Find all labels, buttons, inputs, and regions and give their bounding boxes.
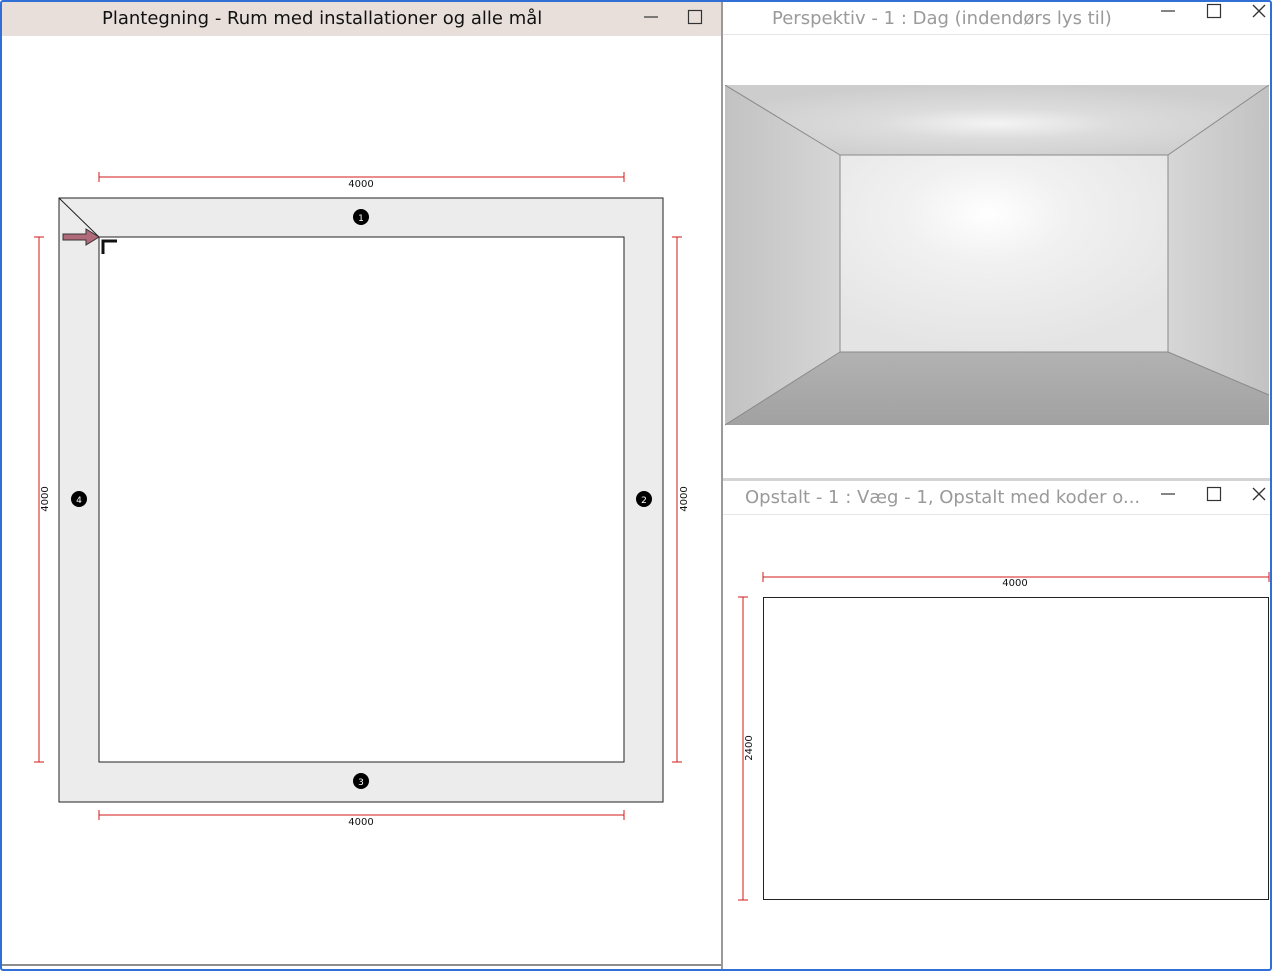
plan-bottom-border — [2, 964, 721, 966]
room-floor[interactable] — [98, 236, 625, 763]
perspective-minimize-button[interactable] — [1153, 2, 1183, 26]
close-icon — [1252, 4, 1266, 18]
dimension-bottom-label: 4000 — [348, 817, 373, 828]
wall-marker-3[interactable]: 3 — [353, 773, 369, 789]
svg-text:4: 4 — [76, 496, 82, 506]
elevation-dimension-height-label: 2400 — [744, 735, 755, 760]
perspective-render[interactable] — [725, 85, 1270, 427]
minimize-icon — [1161, 10, 1175, 12]
panel-divider-vertical[interactable] — [721, 0, 723, 971]
wall-elevation[interactable] — [763, 597, 1269, 900]
maximize-icon — [687, 9, 703, 25]
plan-canvas[interactable]: 4000 4000 4000 4000 1 2 3 4 — [2, 36, 721, 964]
wall-marker-2[interactable]: 2 — [636, 491, 652, 507]
svg-text:2: 2 — [641, 496, 647, 506]
perspective-titlebar[interactable]: Perspektiv - 1 : Dag (indendørs lys til) — [723, 2, 1270, 36]
perspective-maximize-button[interactable] — [1199, 2, 1229, 26]
svg-text:3: 3 — [358, 778, 364, 788]
perspective-close-button[interactable] — [1244, 2, 1270, 26]
elevation-titlebar[interactable]: Opstalt - 1 : Væg - 1, Opstalt med koder… — [723, 481, 1270, 515]
maximize-icon — [1206, 486, 1222, 502]
elevation-minimize-button[interactable] — [1153, 481, 1183, 509]
plan-titlebar[interactable]: Plantegning - Rum med installationer og … — [2, 2, 721, 36]
elevation-close-button[interactable] — [1244, 481, 1270, 509]
perspective-panel: Perspektiv - 1 : Dag (indendørs lys til) — [723, 2, 1270, 478]
plan-panel: Plantegning - Rum med installationer og … — [2, 2, 721, 964]
dimension-right-label: 4000 — [679, 486, 690, 511]
plan-title: Plantegning - Rum med installationer og … — [102, 8, 543, 29]
elevation-title: Opstalt - 1 : Væg - 1, Opstalt med koder… — [745, 487, 1141, 508]
perspective-title-separator — [723, 34, 1270, 35]
plan-minimize-button[interactable] — [636, 2, 666, 32]
panel-divider-horizontal[interactable] — [723, 478, 1270, 481]
svg-text:1: 1 — [358, 214, 364, 224]
elevation-panel: Opstalt - 1 : Væg - 1, Opstalt med koder… — [723, 481, 1270, 967]
close-icon — [1252, 487, 1266, 501]
elevation-maximize-button[interactable] — [1199, 481, 1229, 509]
wall-marker-1[interactable]: 1 — [353, 209, 369, 225]
back-wall — [839, 154, 1169, 353]
dimension-top-label: 4000 — [348, 179, 373, 190]
maximize-icon — [1206, 3, 1222, 19]
perspective-title: Perspektiv - 1 : Dag (indendørs lys til) — [772, 8, 1112, 29]
elevation-dimension-width-label: 4000 — [1002, 578, 1027, 589]
dimension-left-label: 4000 — [40, 486, 51, 511]
minimize-icon — [644, 16, 658, 18]
elevation-canvas[interactable]: 4000 2400 — [723, 515, 1270, 965]
plan-maximize-button[interactable] — [680, 2, 710, 32]
minimize-icon — [1161, 493, 1175, 495]
wall-marker-4[interactable]: 4 — [71, 491, 87, 507]
